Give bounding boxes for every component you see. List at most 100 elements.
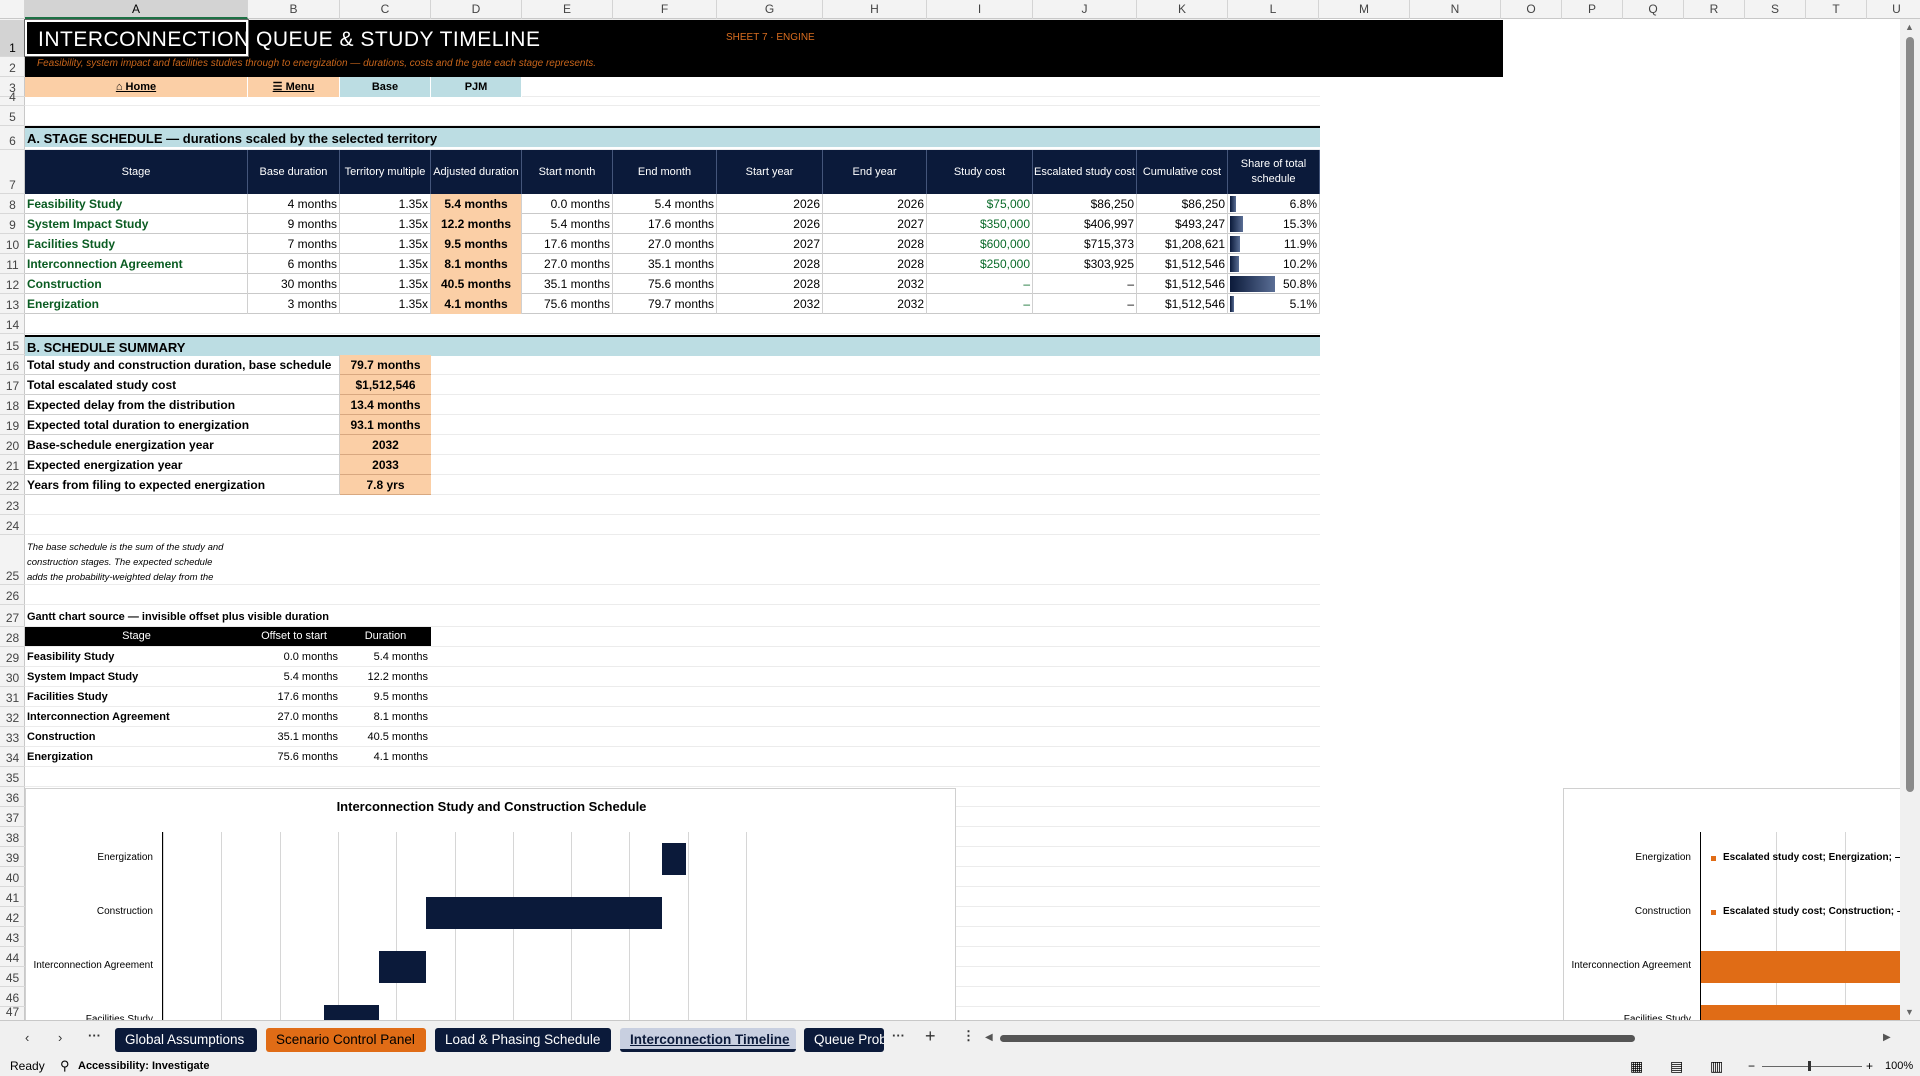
column-header[interactable]: O (1501, 0, 1562, 19)
row-header[interactable]: 2 (0, 57, 25, 77)
scroll-up-arrow[interactable]: ▲ (1905, 22, 1914, 32)
menu-link[interactable]: ☰ Menu (248, 77, 340, 97)
column-header[interactable]: H (823, 0, 927, 19)
tab-load-phasing[interactable]: Load & Phasing Schedule (435, 1028, 611, 1052)
row-header[interactable]: 29 (0, 647, 25, 667)
row-header[interactable]: 27 (0, 605, 25, 627)
column-header[interactable]: T (1806, 0, 1867, 19)
tab-global-assumptions[interactable]: Global Assumptions (115, 1028, 257, 1052)
row-header[interactable]: 33 (0, 727, 25, 747)
zoom-slider[interactable] (1762, 1066, 1862, 1067)
row-header[interactable]: 20 (0, 435, 25, 455)
column-header[interactable]: N (1410, 0, 1501, 19)
tab-queue-prob[interactable]: Queue Prob (804, 1028, 884, 1052)
tab-overflow-icon[interactable]: ··· (892, 1028, 905, 1043)
row-header[interactable]: 43 (0, 927, 25, 947)
row-header[interactable]: 24 (0, 515, 25, 535)
row-header[interactable]: 10 (0, 234, 25, 254)
prev-sheet-icon[interactable]: ‹ (25, 1030, 29, 1045)
column-header[interactable]: K (1137, 0, 1228, 19)
scroll-left-arrow[interactable]: ◀ (985, 1032, 993, 1043)
row-header[interactable]: 34 (0, 747, 25, 767)
column-header[interactable]: F (613, 0, 717, 19)
row-header[interactable]: 13 (0, 294, 25, 314)
row-header[interactable]: 39 (0, 847, 25, 867)
row-header[interactable]: 26 (0, 585, 25, 605)
row-header[interactable]: 25 (0, 535, 25, 585)
page-layout-icon[interactable]: ▤ (1670, 1056, 1683, 1076)
more-sheets-icon[interactable]: ··· (88, 1028, 101, 1043)
next-sheet-icon[interactable]: › (58, 1030, 62, 1045)
vertical-scrollbar[interactable]: ▲ ▼ (1900, 19, 1920, 1020)
row-header[interactable]: 36 (0, 787, 25, 807)
row-header[interactable]: 44 (0, 947, 25, 967)
spreadsheet-grid[interactable]: ABCDEFGHIJKLMNOPQRSTU 1 2 3 4 5 6 7 8 9 10 11 12 13 1… (0, 0, 1920, 1020)
row-header[interactable]: 7 (0, 150, 25, 194)
row-header[interactable]: 4 (0, 90, 25, 106)
tab-interconnection-timeline[interactable]: Interconnection Timeline (620, 1028, 796, 1052)
row-header[interactable]: 18 (0, 395, 25, 415)
row-header[interactable]: 22 (0, 475, 25, 495)
row-header[interactable]: 31 (0, 687, 25, 707)
row-header[interactable]: 32 (0, 707, 25, 727)
territory-cell[interactable]: PJM (431, 77, 522, 97)
select-all-corner[interactable] (0, 0, 25, 19)
row-header[interactable]: 23 (0, 495, 25, 515)
row-header[interactable]: 8 (0, 194, 25, 214)
column-header[interactable]: G (717, 0, 823, 19)
row-header[interactable]: 14 (0, 314, 25, 334)
home-link[interactable]: ⌂ Home (25, 77, 248, 97)
scroll-right-arrow[interactable]: ▶ (1883, 1032, 1891, 1043)
accessibility-icon[interactable]: ⚲ (60, 1056, 70, 1076)
row-header[interactable]: 21 (0, 455, 25, 475)
column-header[interactable]: B (248, 0, 340, 19)
scenario-cell[interactable]: Base (340, 77, 431, 97)
column-header[interactable]: R (1684, 0, 1745, 19)
column-header[interactable]: D (431, 0, 522, 19)
column-header[interactable]: A (25, 0, 248, 19)
column-header[interactable]: L (1228, 0, 1319, 19)
column-header[interactable]: S (1745, 0, 1806, 19)
row-header[interactable]: 47 (0, 1005, 25, 1020)
row-header[interactable]: 5 (0, 106, 25, 126)
row-header[interactable]: 16 (0, 355, 25, 375)
row-header[interactable]: 28 (0, 627, 25, 647)
row-header[interactable]: 30 (0, 667, 25, 687)
add-sheet-icon[interactable]: + (925, 1026, 936, 1047)
row-header[interactable]: 41 (0, 887, 25, 907)
row-header[interactable]: 17 (0, 375, 25, 395)
row-header[interactable]: 40 (0, 867, 25, 887)
page-break-icon[interactable]: ▥ (1710, 1056, 1723, 1076)
zoom-level[interactable]: 100% (1885, 1056, 1913, 1076)
tab-scenario-control-panel[interactable]: Scenario Control Panel (266, 1028, 426, 1052)
row-header[interactable]: 9 (0, 214, 25, 234)
row-header[interactable]: 46 (0, 987, 25, 1007)
horizontal-scroll-thumb[interactable] (1000, 1035, 1635, 1042)
column-header[interactable]: M (1319, 0, 1410, 19)
accessibility-status[interactable]: Accessibility: Investigate (78, 1056, 209, 1076)
active-cell-selection[interactable] (24, 19, 249, 57)
zoom-out-icon[interactable]: − (1748, 1056, 1755, 1076)
column-header[interactable]: P (1562, 0, 1623, 19)
cost-chart[interactable]: Energization Escalated study cost; Energi… (1563, 788, 1920, 1020)
vertical-scroll-thumb[interactable] (1906, 37, 1914, 792)
scroll-down-arrow[interactable]: ▼ (1905, 1007, 1914, 1017)
row-header[interactable]: 19 (0, 415, 25, 435)
column-header[interactable]: Q (1623, 0, 1684, 19)
column-header[interactable]: I (927, 0, 1033, 19)
row-header[interactable]: 45 (0, 967, 25, 987)
zoom-in-icon[interactable]: + (1866, 1056, 1873, 1076)
gantt-chart[interactable]: Interconnection Study and Construction S… (25, 788, 956, 1020)
column-header[interactable]: U (1867, 0, 1920, 19)
row-header[interactable]: 6 (0, 126, 25, 150)
row-header[interactable]: 37 (0, 807, 25, 827)
horizontal-scrollbar[interactable]: ◀ ▶ (985, 1029, 1895, 1049)
column-header[interactable]: J (1033, 0, 1137, 19)
row-header[interactable]: 38 (0, 827, 25, 847)
column-header[interactable]: C (340, 0, 431, 19)
row-header[interactable]: 42 (0, 907, 25, 927)
row-header[interactable]: 11 (0, 254, 25, 274)
row-header[interactable]: 12 (0, 274, 25, 294)
sheet-options-icon[interactable]: ⋮ (962, 1028, 975, 1044)
normal-view-icon[interactable]: ▦ (1630, 1056, 1643, 1076)
